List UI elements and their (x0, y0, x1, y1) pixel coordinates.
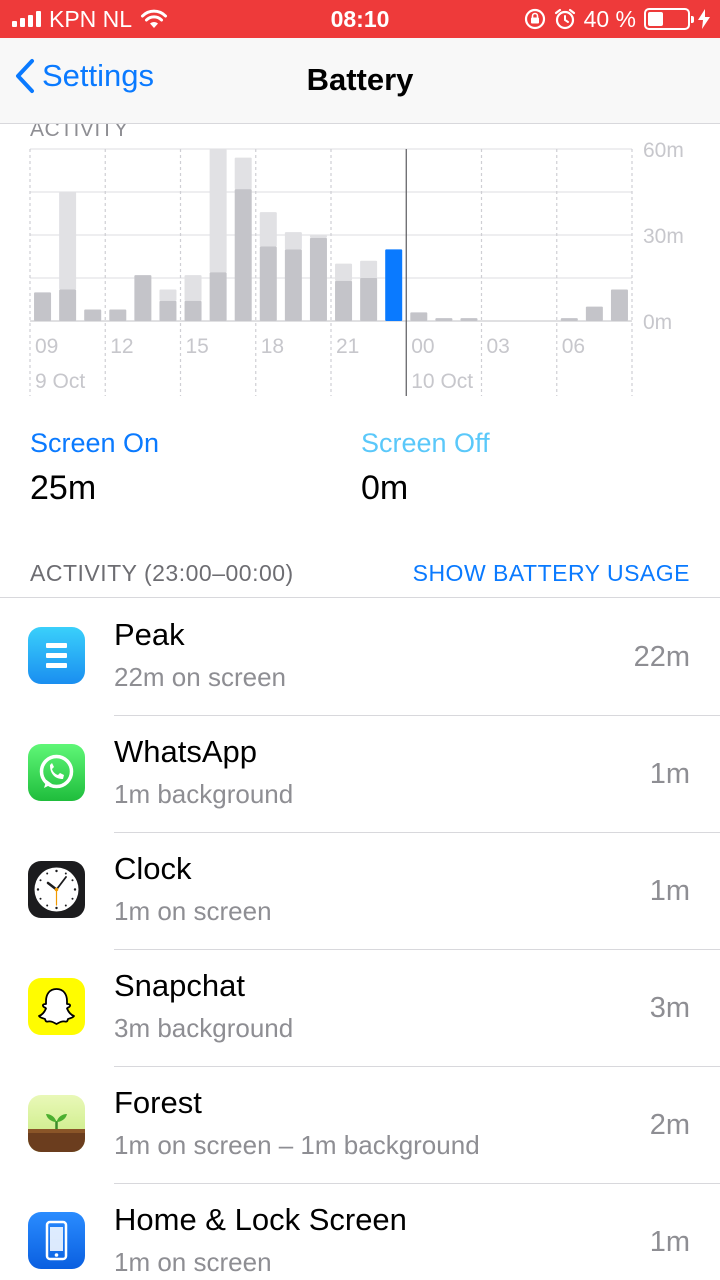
chart-bar-screen-off (259, 212, 277, 247)
chart-bar-screen-off (59, 192, 77, 290)
app-usage-detail: 1m background (114, 779, 294, 809)
screen-on-value: 25m (30, 469, 97, 507)
chart-day-label: 9 Oct (35, 370, 85, 393)
chart-bar-screen-off (184, 275, 202, 301)
app-usage-detail: 1m on screen (114, 896, 272, 926)
app-usage-time: 1m (649, 758, 690, 790)
chart-x-tick-label: 03 (487, 335, 510, 358)
battery-percentage: 40 % (583, 5, 636, 32)
app-name: Clock (114, 851, 192, 886)
app-usage-detail: 22m on screen (114, 662, 286, 692)
screen-on-label: Screen On (30, 428, 160, 458)
chevron-left-icon (16, 59, 34, 93)
chart-bar-screen-on (435, 318, 453, 321)
chart-bar-screen-off (209, 149, 227, 273)
battery-icon (644, 8, 694, 30)
screen-off-label: Screen Off (361, 428, 490, 458)
chart-bar-screen-off (159, 289, 177, 301)
chart-bar-screen-off (309, 235, 327, 238)
chart-bar-screen-on (335, 280, 353, 321)
show-battery-usage-button[interactable]: SHOW BATTERY USAGE (413, 560, 690, 587)
app-usage-time: 3m (649, 992, 690, 1024)
app-row-snapchat[interactable]: Snapchat 3m background 3m (0, 950, 720, 1067)
chart-bar-screen-on (259, 246, 277, 321)
app-usage-detail: 1m on screen (114, 1247, 272, 1277)
chart-y-tick-label: 60m (643, 139, 684, 162)
chart-bar-screen-off (234, 157, 252, 190)
chart-bar-screen-on (410, 312, 428, 321)
chart-bar-screen-on (159, 300, 177, 321)
app-name: Snapchat (114, 968, 245, 1003)
chart-bar-screen-on (234, 189, 252, 321)
app-usage-time: 1m (649, 875, 690, 907)
chart-bar-screen-on (284, 249, 302, 321)
chart-x-tick-label: 00 (411, 335, 434, 358)
activity-section-header: ACTIVITY (23:00–00:00) SHOW BATTERY USAG… (0, 556, 720, 598)
navigation-bar: Settings Battery (0, 38, 720, 124)
home-lock-screen-icon (28, 1212, 85, 1269)
app-name: Forest (114, 1085, 202, 1120)
app-usage-time: 22m (633, 641, 690, 673)
app-row-whatsapp[interactable]: WhatsApp 1m background 1m (0, 716, 720, 833)
app-row-clock[interactable]: Clock 1m on screen 1m (0, 833, 720, 950)
chart-x-tick-label: 12 (110, 335, 133, 358)
app-usage-detail: 3m background (114, 1013, 294, 1043)
chart-bar-screen-on (309, 237, 327, 321)
app-usage-time: 2m (649, 1109, 690, 1141)
charging-bolt-icon (698, 9, 710, 29)
chart-x-tick-label: 09 (35, 335, 58, 358)
chart-bar-screen-off (284, 232, 302, 250)
app-name: Home & Lock Screen (114, 1202, 407, 1237)
chart-bar-screen-on (134, 275, 152, 321)
app-usage-time: 1m (649, 1226, 690, 1258)
chart-bar-screen-on (209, 272, 227, 321)
whatsapp-icon (28, 744, 85, 801)
chart-bar-screen-on (560, 318, 578, 321)
app-row-home-lock-screen[interactable]: Home & Lock Screen 1m on screen 1m (0, 1184, 720, 1280)
chart-bar-screen-on (585, 306, 603, 321)
chart-bar-screen-on (184, 300, 202, 321)
back-button-label: Settings (42, 58, 155, 93)
chart-bar-screen-off (335, 263, 353, 281)
activity-chart-section: ACTIVITY 60m 30m 0m 09 12 15 18 21 00 03 06 9 Oct 10… (0, 124, 720, 404)
chart-bar-screen-on (34, 292, 52, 321)
forest-icon (28, 1095, 85, 1152)
app-row-forest[interactable]: Forest 1m on screen – 1m background 2m (0, 1067, 720, 1184)
back-button[interactable]: Settings (14, 58, 154, 94)
screen-off-metric: Screen Off 0m (361, 428, 490, 508)
activity-chart[interactable]: 60m 30m 0m 09 12 15 18 21 00 03 06 9 Oct 10 Oct (0, 124, 720, 404)
orientation-lock-icon (524, 8, 545, 30)
activity-range-label: ACTIVITY (23:00–00:00) (30, 560, 294, 586)
chart-bar-screen-on (109, 309, 127, 321)
screen-off-value: 0m (361, 469, 409, 507)
app-usage-list: Peak 22m on screen 22m WhatsApp 1m backg… (0, 599, 720, 1280)
app-row-peak[interactable]: Peak 22m on screen 22m (0, 599, 720, 716)
chart-x-tick-label: 21 (336, 335, 359, 358)
alarm-icon (554, 8, 575, 30)
chart-bar-screen-on (59, 289, 77, 321)
chart-bar-screen-on (610, 289, 628, 321)
status-bar: KPN NL 08:10 40 % (0, 0, 720, 38)
chart-y-tick-label: 30m (643, 225, 684, 248)
app-name: WhatsApp (114, 734, 258, 769)
chart-x-tick-label: 18 (261, 335, 284, 358)
chart-bar-screen-off (360, 260, 378, 278)
chart-bar-screen-on (460, 318, 478, 321)
screen-on-metric: Screen On 25m (30, 428, 159, 508)
peak-icon (28, 627, 85, 684)
chart-x-tick-label: 15 (186, 335, 209, 358)
activity-chart-header: ACTIVITY (30, 124, 129, 141)
chart-y-tick-label: 0m (643, 311, 672, 334)
chart-x-tick-label: 06 (562, 335, 585, 358)
app-name: Peak (114, 617, 185, 652)
chart-bar-screen-on (84, 309, 102, 321)
chart-bar-selected (385, 249, 403, 321)
chart-bar-screen-on (360, 278, 378, 321)
snapchat-icon (28, 978, 85, 1035)
app-usage-detail: 1m on screen – 1m background (114, 1130, 480, 1160)
clock-icon (28, 861, 85, 918)
chart-day-label: 10 Oct (411, 370, 473, 393)
